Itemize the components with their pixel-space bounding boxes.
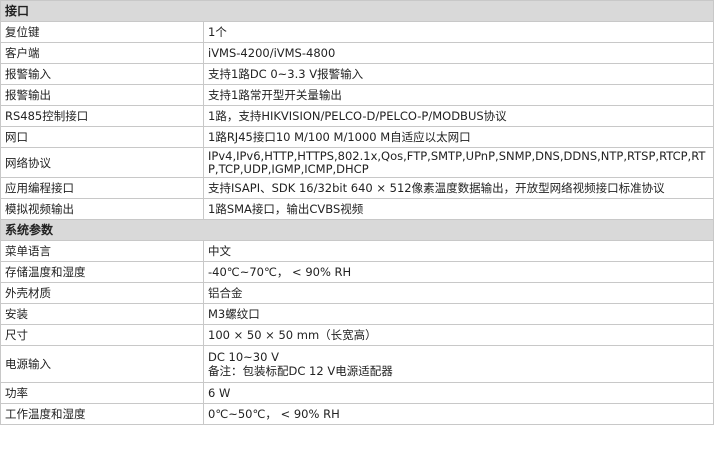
row-value: 6 W bbox=[202, 382, 714, 404]
row-value: 支持1路DC 0~3.3 V报警输入 bbox=[202, 63, 714, 85]
row-value: M3螺纹口 bbox=[202, 303, 714, 325]
table-row: 报警输出 支持1路常开型开关量输出 bbox=[0, 84, 714, 106]
table-row: 客户端 iVMS-4200/iVMS-4800 bbox=[0, 42, 714, 64]
table-row: 应用编程接口 支持ISAPI、SDK 16/32bit 640 × 512像素温… bbox=[0, 177, 714, 199]
table-row: 工作温度和湿度 0℃~50℃， < 90% RH bbox=[0, 403, 714, 425]
table-row: 报警输入 支持1路DC 0~3.3 V报警输入 bbox=[0, 63, 714, 85]
table-row: 网络协议 IPv4,IPv6,HTTP,HTTPS,802.1x,Qos,FTP… bbox=[0, 147, 714, 178]
table-row: 电源输入 DC 10~30 V 备注：包装标配DC 12 V电源适配器 bbox=[0, 345, 714, 383]
row-label: 外壳材质 bbox=[0, 282, 204, 304]
row-label: 电源输入 bbox=[0, 345, 204, 383]
row-value: 100 × 50 × 50 mm（长宽高） bbox=[202, 324, 714, 346]
section-header-system: 系统参数 bbox=[0, 219, 714, 241]
row-label: 功率 bbox=[0, 382, 204, 404]
table-row: 网口 1路RJ45接口10 M/100 M/1000 M自适应以太网口 bbox=[0, 126, 714, 148]
row-label: 网口 bbox=[0, 126, 204, 148]
table-row: 复位键 1个 bbox=[0, 21, 714, 43]
row-label: 模拟视频输出 bbox=[0, 198, 204, 220]
row-value: 支持1路常开型开关量输出 bbox=[202, 84, 714, 106]
table-row: 安装 M3螺纹口 bbox=[0, 303, 714, 325]
row-value: 1路，支持HIKVISION/PELCO-D/PELCO-P/MODBUS协议 bbox=[202, 105, 714, 127]
section-header-interface: 接口 bbox=[0, 0, 714, 22]
section-title: 系统参数 bbox=[0, 219, 714, 241]
row-value: -40℃~70℃， < 90% RH bbox=[202, 261, 714, 283]
table-row: 存储温度和湿度 -40℃~70℃， < 90% RH bbox=[0, 261, 714, 283]
row-label: 报警输入 bbox=[0, 63, 204, 85]
row-value: 中文 bbox=[202, 240, 714, 262]
row-value: DC 10~30 V 备注：包装标配DC 12 V电源适配器 bbox=[202, 345, 714, 383]
power-input-note: 备注：包装标配DC 12 V电源适配器 bbox=[208, 364, 393, 378]
spec-table: 接口 复位键 1个 客户端 iVMS-4200/iVMS-4800 报警输入 支… bbox=[0, 0, 714, 425]
row-label: 工作温度和湿度 bbox=[0, 403, 204, 425]
row-value: 支持ISAPI、SDK 16/32bit 640 × 512像素温度数据输出，开… bbox=[202, 177, 714, 199]
row-label: 安装 bbox=[0, 303, 204, 325]
row-label: 存储温度和湿度 bbox=[0, 261, 204, 283]
row-label: 客户端 bbox=[0, 42, 204, 64]
row-label: 尺寸 bbox=[0, 324, 204, 346]
row-label: 报警输出 bbox=[0, 84, 204, 106]
row-value: 1路SMA接口，输出CVBS视频 bbox=[202, 198, 714, 220]
table-row: RS485控制接口 1路，支持HIKVISION/PELCO-D/PELCO-P… bbox=[0, 105, 714, 127]
row-label: RS485控制接口 bbox=[0, 105, 204, 127]
row-value: 1路RJ45接口10 M/100 M/1000 M自适应以太网口 bbox=[202, 126, 714, 148]
table-row: 外壳材质 铝合金 bbox=[0, 282, 714, 304]
row-value: IPv4,IPv6,HTTP,HTTPS,802.1x,Qos,FTP,SMTP… bbox=[202, 147, 714, 178]
row-value: 铝合金 bbox=[202, 282, 714, 304]
table-row: 菜单语言 中文 bbox=[0, 240, 714, 262]
row-value: iVMS-4200/iVMS-4800 bbox=[202, 42, 714, 64]
table-row: 模拟视频输出 1路SMA接口，输出CVBS视频 bbox=[0, 198, 714, 220]
section-title: 接口 bbox=[0, 0, 714, 22]
row-label: 应用编程接口 bbox=[0, 177, 204, 199]
row-value: 1个 bbox=[202, 21, 714, 43]
power-input-line: DC 10~30 V bbox=[208, 350, 279, 364]
row-label: 网络协议 bbox=[0, 147, 204, 178]
row-label: 菜单语言 bbox=[0, 240, 204, 262]
table-row: 功率 6 W bbox=[0, 382, 714, 404]
row-value: 0℃~50℃， < 90% RH bbox=[202, 403, 714, 425]
row-label: 复位键 bbox=[0, 21, 204, 43]
table-row: 尺寸 100 × 50 × 50 mm（长宽高） bbox=[0, 324, 714, 346]
